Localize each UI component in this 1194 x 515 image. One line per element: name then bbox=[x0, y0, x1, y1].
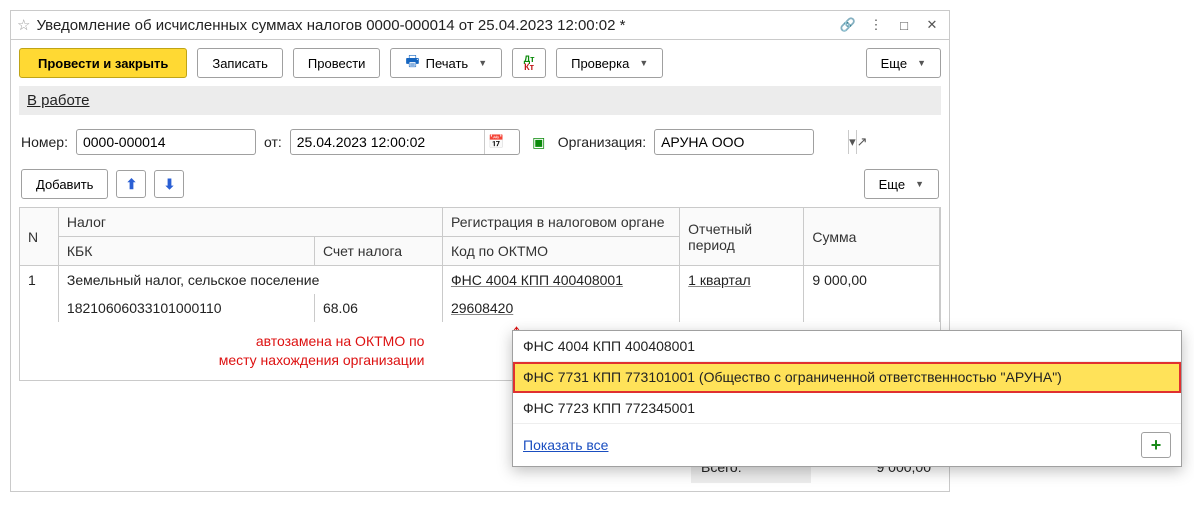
dropdown-option[interactable]: ФНС 4004 КПП 400408001 bbox=[513, 331, 1181, 362]
favorite-icon[interactable]: ☆ bbox=[17, 16, 30, 34]
move-up-button[interactable]: ⬆ bbox=[116, 170, 146, 198]
dtkt-icon: ДтКт bbox=[524, 55, 535, 71]
chevron-down-icon: ▼ bbox=[639, 58, 648, 68]
more-label: Еще bbox=[881, 56, 907, 71]
from-label: от: bbox=[264, 134, 282, 150]
organization-field[interactable]: ▾ ↗ bbox=[654, 129, 814, 155]
print-button[interactable]: 🖶 Печать ▼ bbox=[390, 48, 502, 78]
number-label: Номер: bbox=[21, 134, 68, 150]
header-form-row: Номер: от: 📅 ▣ Организация: ▾ ↗ bbox=[11, 125, 949, 165]
grid-toolbar: Добавить ⬆ ⬇ Еще ▼ bbox=[11, 165, 949, 207]
dropdown-icon[interactable]: ▾ bbox=[848, 130, 856, 154]
save-button[interactable]: Записать bbox=[197, 48, 283, 78]
check-button[interactable]: Проверка ▼ bbox=[556, 48, 663, 78]
date-input[interactable] bbox=[291, 130, 484, 154]
add-row-button[interactable]: Добавить bbox=[21, 169, 108, 199]
print-label: Печать bbox=[426, 56, 469, 71]
cell-reg-value: ФНС 4004 КПП 400408001 bbox=[451, 272, 623, 288]
check-label: Проверка bbox=[571, 56, 629, 71]
move-down-button[interactable]: ⬇ bbox=[154, 170, 184, 198]
post-button[interactable]: Провести bbox=[293, 48, 381, 78]
cell-oktmo-value: 29608420 bbox=[451, 300, 513, 316]
close-icon[interactable]: ✕ bbox=[921, 15, 943, 35]
annotation-line2: месту нахождения организации bbox=[28, 351, 424, 370]
col-tax: Налог bbox=[58, 208, 442, 237]
cell-tax[interactable]: Земельный налог, сельское поселение bbox=[58, 266, 442, 295]
add-new-button[interactable]: + bbox=[1141, 432, 1171, 458]
dropdown-footer: Показать все + bbox=[513, 424, 1181, 466]
annotation-line1: автозамена на ОКТМО по bbox=[28, 332, 424, 351]
open-icon[interactable]: ↗ bbox=[856, 130, 868, 154]
col-acc: Счет налога bbox=[314, 237, 442, 266]
cell-period[interactable]: 1 квартал bbox=[680, 266, 804, 295]
print-icon: 🖶 bbox=[405, 51, 419, 76]
number-input[interactable] bbox=[77, 130, 270, 154]
toolbar-more-button[interactable]: Еще ▼ bbox=[866, 48, 941, 78]
chevron-down-icon: ▼ bbox=[915, 179, 924, 189]
dropdown-option[interactable]: ФНС 7723 КПП 772345001 bbox=[513, 393, 1181, 424]
chevron-down-icon: ▼ bbox=[917, 58, 926, 68]
post-and-close-button[interactable]: Провести и закрыть bbox=[19, 48, 187, 78]
col-kbk: КБК bbox=[58, 237, 314, 266]
col-period: Отчетный период bbox=[680, 208, 804, 266]
cell-kbk[interactable]: 18210606033101000110 bbox=[58, 294, 314, 322]
status-strip[interactable]: В работе bbox=[19, 86, 941, 115]
organization-input[interactable] bbox=[655, 130, 848, 154]
titlebar: ☆ Уведомление об исчисленных суммах нало… bbox=[11, 11, 949, 40]
cell-period-value: 1 квартал bbox=[688, 272, 751, 288]
cell-reg[interactable]: ФНС 4004 КПП 400408001 bbox=[442, 266, 679, 295]
table-row[interactable]: 1 Земельный налог, сельское поселение ФН… bbox=[20, 266, 940, 295]
more-menu-icon[interactable]: ⋮ bbox=[865, 15, 887, 35]
col-sum: Сумма bbox=[804, 208, 940, 266]
annotation-note: автозамена на ОКТМО по месту нахождения … bbox=[28, 328, 434, 374]
grid-more-button[interactable]: Еще ▼ bbox=[864, 169, 939, 199]
posted-status-icon: ▣ bbox=[528, 131, 550, 153]
dtkt-button[interactable]: ДтКт bbox=[512, 48, 546, 78]
main-toolbar: Провести и закрыть Записать Провести 🖶 П… bbox=[11, 40, 949, 86]
number-field[interactable] bbox=[76, 129, 256, 155]
chevron-down-icon: ▼ bbox=[478, 58, 487, 68]
cell-sum[interactable]: 9 000,00 bbox=[804, 266, 940, 295]
calendar-icon[interactable]: 📅 bbox=[484, 130, 508, 154]
col-oktmo: Код по ОКТМО bbox=[442, 237, 679, 266]
more-label: Еще bbox=[879, 177, 905, 192]
org-label: Организация: bbox=[558, 134, 646, 150]
show-all-link[interactable]: Показать все bbox=[523, 437, 608, 453]
registration-dropdown: ФНС 4004 КПП 400408001 ФНС 7731 КПП 7731… bbox=[512, 330, 1182, 467]
date-field[interactable]: 📅 bbox=[290, 129, 520, 155]
cell-n: 1 bbox=[20, 266, 58, 323]
col-reg: Регистрация в налоговом органе bbox=[442, 208, 679, 237]
maximize-icon[interactable]: □ bbox=[893, 15, 915, 35]
dropdown-option[interactable]: ФНС 7731 КПП 773101001 (Общество с огран… bbox=[513, 362, 1181, 393]
status-label: В работе bbox=[27, 92, 90, 109]
window-title: Уведомление об исчисленных суммах налого… bbox=[36, 17, 831, 34]
link-icon[interactable]: 🔗 bbox=[837, 15, 859, 35]
table-row[interactable]: 18210606033101000110 68.06 29608420 bbox=[20, 294, 940, 322]
cell-oktmo[interactable]: 29608420 bbox=[442, 294, 679, 322]
col-n: N bbox=[20, 208, 58, 266]
cell-acc[interactable]: 68.06 bbox=[314, 294, 442, 322]
